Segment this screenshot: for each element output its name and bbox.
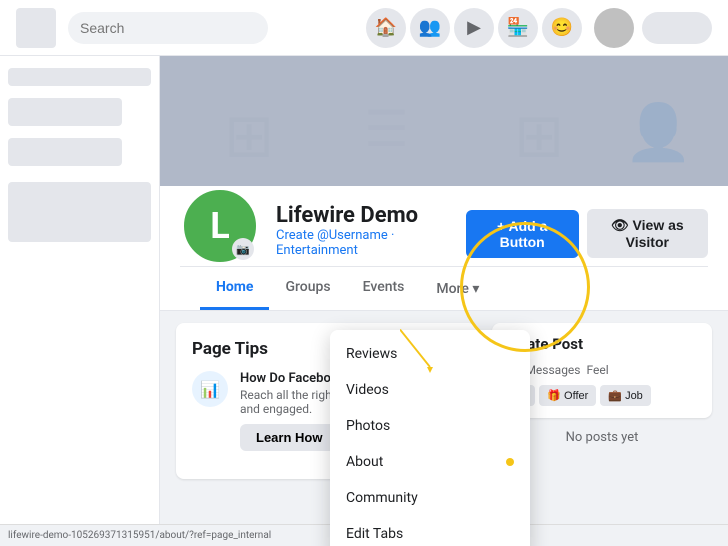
dropdown-photos[interactable]: Photos [330,408,530,444]
page-nav: Home Groups Events More ▾ [180,266,708,310]
create-post-row1: Get Messages Feel [504,363,700,377]
feel-label: Feel [587,363,609,377]
create-post-title: Create Post [504,335,700,353]
left-sidebar [0,56,160,524]
tab-events[interactable]: Events [347,267,421,310]
marketplace-nav-icon[interactable]: 🏪 [498,8,538,48]
avatar [594,8,634,48]
svg-text:☰: ☰ [364,101,409,159]
edit-tabs-label: Edit Tabs [346,526,403,542]
photos-label: Photos [346,418,390,434]
avatar-initial: L [210,205,229,247]
tip-bar-icon: 📊 [192,371,228,407]
dropdown-community[interactable]: Community [330,480,530,516]
dropdown-about[interactable]: About [330,444,530,480]
page-wrapper: 🏠 👥 ▶ 🏪 😊 ⊞ ☰ ⊞ 👤 [0,0,728,546]
profile-name: Lifewire Demo [276,203,450,228]
search-input[interactable] [68,12,268,44]
about-label: About [346,454,383,470]
sidebar-promo [8,182,151,242]
active-dot [506,458,514,466]
create-post-actions: ent 🎁 Offer 💼 Job [504,385,700,406]
top-nav: 🏠 👥 ▶ 🏪 😊 [0,0,728,56]
svg-text:⊞: ⊞ [224,100,274,171]
dropdown-reviews[interactable]: Reviews [330,336,530,372]
videos-label: Videos [346,382,389,398]
profile-top: L 📷 Lifewire Demo Create @Username · Ent… [180,186,708,266]
sidebar-btn-tools[interactable] [8,138,122,166]
home-nav-icon[interactable]: 🏠 [366,8,406,48]
view-as-visitor-button[interactable]: 👁 View as Visitor [587,209,708,258]
profile-buttons: + Add a Button 👁 View as Visitor [466,209,708,266]
status-url: lifewire-demo-105269371315951/about/?ref… [8,530,271,541]
offer-action[interactable]: 🎁 Offer [539,385,596,406]
account-nav-icon[interactable]: 😊 [542,8,582,48]
add-button[interactable]: + Add a Button [466,210,579,258]
nav-name-badge [642,12,712,44]
community-label: Community [346,490,418,506]
friends-nav-icon[interactable]: 👥 [410,8,450,48]
camera-icon[interactable]: 📷 [232,238,254,260]
tab-groups[interactable]: Groups [269,267,346,310]
learn-how-button[interactable]: Learn How [240,424,338,451]
tab-more[interactable]: More ▾ [420,269,495,309]
profile-sub: Create @Username · Entertainment [276,228,450,258]
svg-text:⊞: ⊞ [514,100,564,171]
dropdown-videos[interactable]: Videos [330,372,530,408]
sidebar-stub-1 [8,68,151,86]
dropdown-edit-tabs[interactable]: Edit Tabs [330,516,530,546]
nav-icons: 🏠 👥 ▶ 🏪 😊 [366,8,712,48]
tab-home[interactable]: Home [200,267,269,310]
profile-info: Lifewire Demo Create @Username · Enterta… [276,203,450,266]
profile-section: L 📷 Lifewire Demo Create @Username · Ent… [160,186,728,311]
profile-avatar: L 📷 [180,186,260,266]
facebook-logo [16,8,56,48]
dropdown-menu: Reviews Videos Photos About Community Ed… [330,330,530,546]
sidebar-btn-store[interactable] [8,98,122,126]
job-action[interactable]: 💼 Job [600,385,651,406]
watch-nav-icon[interactable]: ▶ [454,8,494,48]
svg-text:👤: 👤 [624,101,692,165]
reviews-label: Reviews [346,346,397,362]
